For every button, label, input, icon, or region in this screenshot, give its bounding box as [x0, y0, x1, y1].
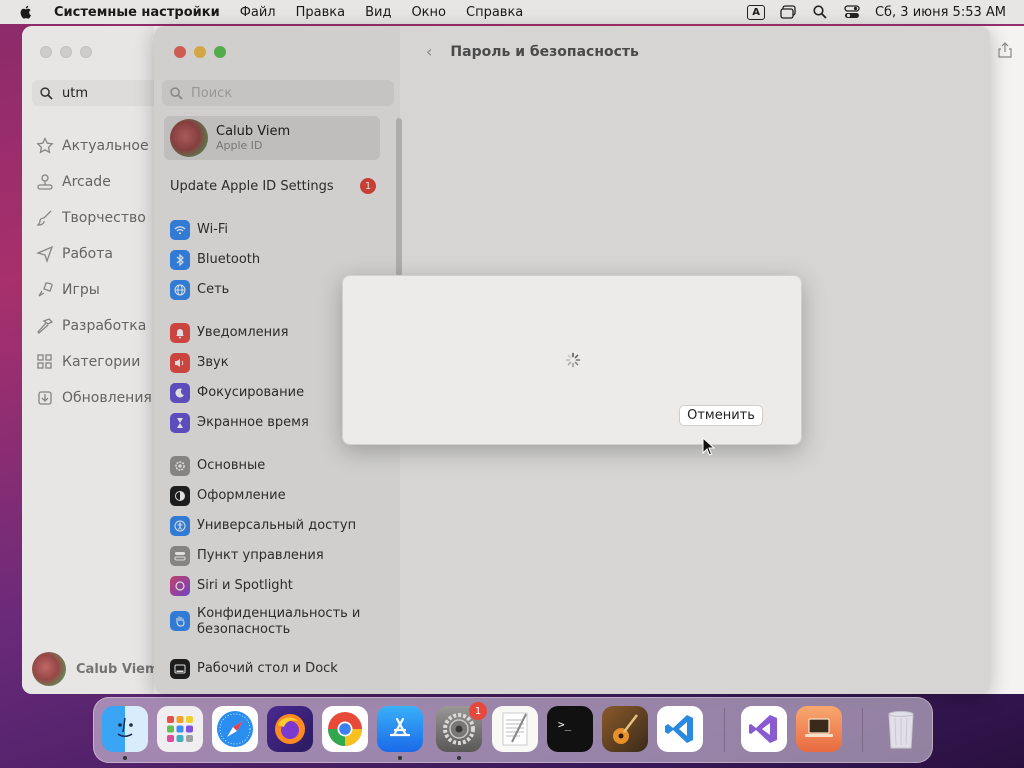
control-center-icon[interactable] [843, 4, 861, 20]
dock-chrome[interactable] [322, 706, 368, 752]
visual-studio-icon [749, 715, 777, 743]
appstore-sidebar-overlay [22, 26, 154, 694]
dock-vscode[interactable] [657, 706, 703, 752]
menu-file[interactable]: Файл [240, 5, 276, 20]
spotlight-search-icon[interactable] [811, 4, 829, 20]
mouse-cursor-icon [702, 437, 716, 456]
terminal-icon: >_ [558, 718, 572, 731]
apple-menu-icon[interactable] [18, 4, 34, 20]
textedit-icon [502, 712, 528, 746]
menu-view[interactable]: Вид [365, 5, 391, 20]
menu-window[interactable]: Окно [411, 5, 446, 20]
menu-bar: Системные настройки Файл Правка Вид Окно… [0, 0, 1024, 24]
dock-separator [724, 708, 725, 752]
dock-safari[interactable] [212, 706, 258, 752]
loading-sheet: Отменить [342, 275, 802, 445]
safari-compass-icon [217, 711, 253, 747]
running-indicator [457, 756, 461, 760]
laptop-icon [805, 718, 833, 737]
dock-terminal[interactable]: >_ [547, 706, 593, 752]
running-indicator [398, 756, 402, 760]
stage-manager-icon[interactable] [779, 4, 797, 20]
dock-visual-studio[interactable] [741, 706, 787, 752]
dock-textedit[interactable] [492, 706, 538, 752]
menu-edit[interactable]: Правка [296, 5, 345, 20]
dock-garageband[interactable] [602, 706, 648, 752]
menu-help[interactable]: Справка [466, 5, 523, 20]
vscode-icon [665, 715, 693, 743]
chrome-icon [328, 712, 362, 746]
svg-text:>_: >_ [558, 718, 572, 731]
cancel-button[interactable]: Отменить [679, 405, 763, 426]
finder-icon [117, 717, 133, 738]
trash-icon [888, 711, 914, 749]
dock-app-store[interactable] [377, 706, 423, 752]
dock-trash[interactable] [878, 706, 924, 752]
dock-firefox[interactable] [267, 706, 313, 752]
dock-separator [862, 708, 863, 752]
app-menu[interactable]: Системные настройки [54, 5, 220, 20]
notification-badge: 1 [469, 702, 487, 720]
dock: 1 >_ [93, 697, 933, 763]
input-source-badge[interactable]: A [747, 4, 765, 20]
guitar-icon [613, 714, 638, 744]
app-store-icon [389, 717, 411, 737]
running-indicator [123, 756, 127, 760]
loading-spinner-icon [565, 352, 581, 368]
firefox-icon [275, 714, 305, 744]
share-icon[interactable] [998, 42, 1012, 58]
dock-finder[interactable] [102, 706, 148, 752]
clock[interactable]: Сб, 3 июня 5:53 AM [875, 5, 1006, 20]
dock-launchpad[interactable] [157, 706, 203, 752]
launchpad-icon [167, 716, 193, 742]
dock-utm[interactable] [796, 706, 842, 752]
